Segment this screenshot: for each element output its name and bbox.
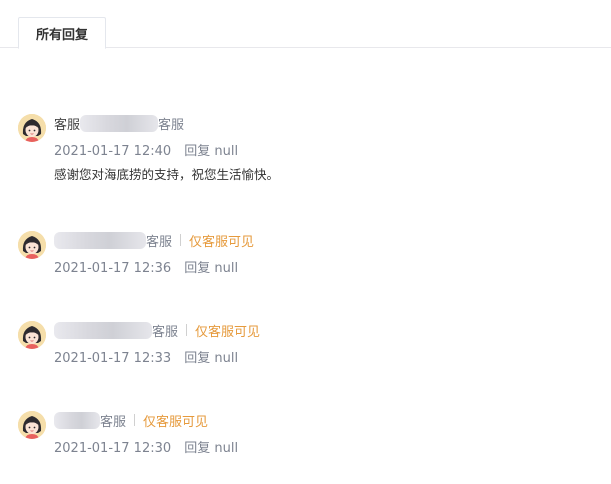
author-role-prefix: 客服 bbox=[54, 117, 81, 133]
reply-to-link[interactable]: 回复 null bbox=[184, 441, 238, 456]
female-user-avatar-icon bbox=[18, 411, 46, 439]
reply-meta: 2021-01-17 12:36 回复 null bbox=[54, 257, 238, 276]
author-role: 客服 bbox=[100, 414, 127, 430]
reply-timestamp: 2021-01-17 12:33 bbox=[54, 351, 172, 366]
reply-timestamp: 2021-01-17 12:40 bbox=[54, 144, 172, 159]
reply-author-line: 客服 客服 bbox=[54, 114, 185, 133]
female-user-avatar-icon bbox=[18, 231, 46, 259]
author-role: 客服 bbox=[152, 324, 179, 340]
reply-to-link[interactable]: 回复 null bbox=[184, 351, 238, 366]
redacted-author-name bbox=[54, 231, 146, 249]
private-visibility-badge: 仅客服可见 bbox=[189, 234, 255, 250]
redacted-author-name bbox=[80, 114, 159, 132]
female-user-avatar-icon bbox=[18, 114, 46, 142]
reply-author-line: 客服 仅客服可见 bbox=[54, 411, 209, 430]
avatar bbox=[18, 411, 46, 439]
reply-meta: 2021-01-17 12:30 回复 null bbox=[54, 437, 238, 456]
divider bbox=[134, 414, 136, 426]
private-visibility-badge: 仅客服可见 bbox=[195, 324, 261, 340]
tab-all-replies[interactable]: 所有回复 bbox=[18, 17, 106, 49]
reply-content: 感谢您对海底捞的支持，祝您生活愉快。 bbox=[54, 167, 280, 182]
redacted-author-name bbox=[54, 411, 100, 429]
reply-meta: 2021-01-17 12:40 回复 null bbox=[54, 140, 238, 159]
reply-timestamp: 2021-01-17 12:36 bbox=[54, 261, 172, 276]
reply-author-line: 客服 仅客服可见 bbox=[54, 321, 261, 340]
private-visibility-badge: 仅客服可见 bbox=[143, 414, 209, 430]
reply-to-link[interactable]: 回复 null bbox=[184, 144, 238, 159]
reply-timestamp: 2021-01-17 12:30 bbox=[54, 441, 172, 456]
redacted-author-name bbox=[54, 321, 152, 339]
divider bbox=[180, 234, 182, 246]
reply-to-link[interactable]: 回复 null bbox=[184, 261, 238, 276]
divider bbox=[186, 324, 188, 336]
reply-meta: 2021-01-17 12:33 回复 null bbox=[54, 347, 238, 366]
avatar bbox=[18, 114, 46, 142]
avatar bbox=[18, 231, 46, 259]
author-role: 客服 bbox=[146, 234, 173, 250]
author-role: 客服 bbox=[158, 117, 185, 133]
female-user-avatar-icon bbox=[18, 321, 46, 349]
reply-author-line: 客服 仅客服可见 bbox=[54, 231, 255, 250]
avatar bbox=[18, 321, 46, 349]
tab-bar: 所有回复 bbox=[0, 0, 611, 49]
